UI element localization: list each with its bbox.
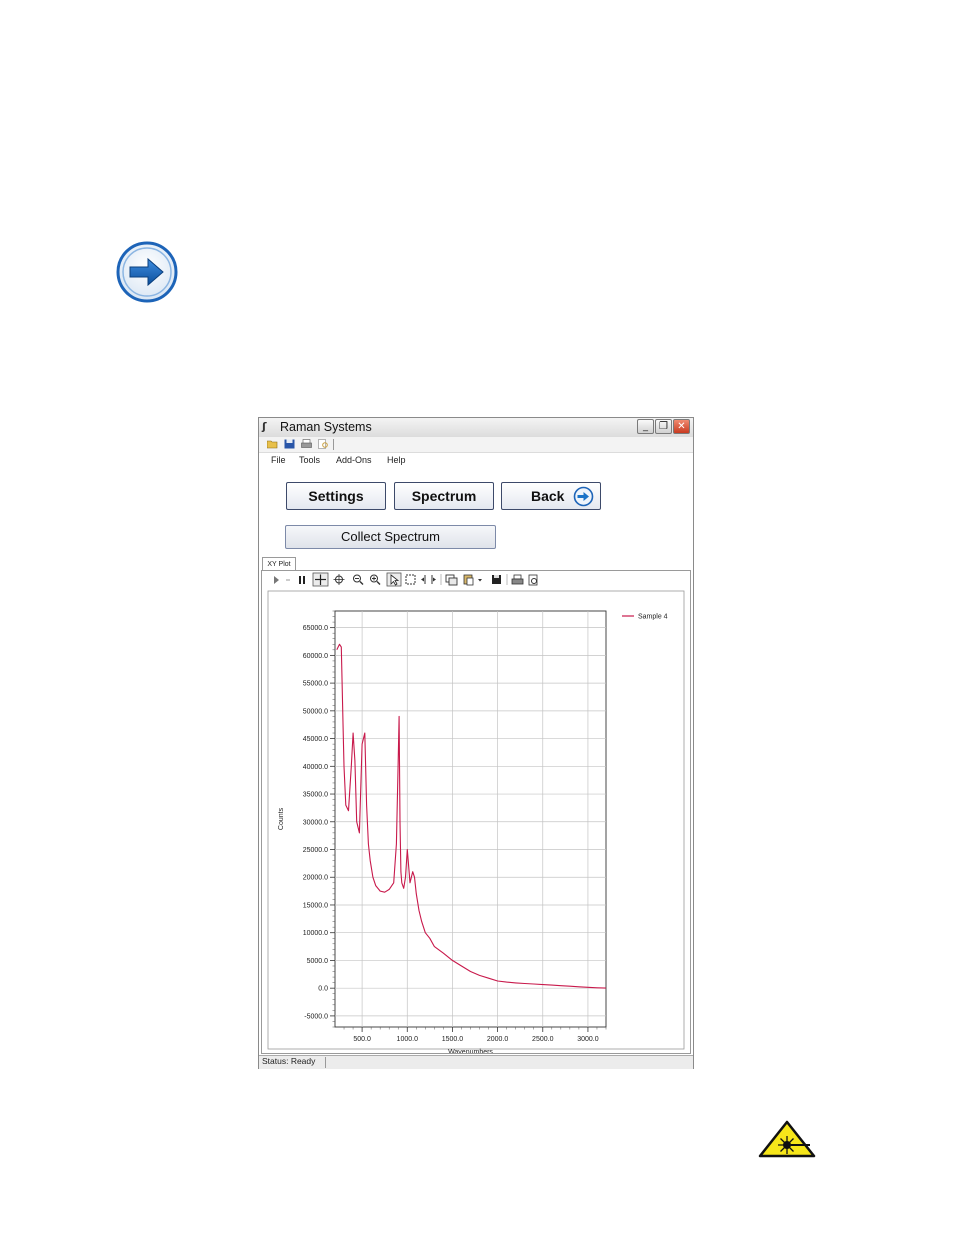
tab-xy-plot[interactable]: XY Plot — [262, 557, 296, 570]
y-tick-label: 25000.0 — [303, 847, 328, 854]
plot-area: 65000.0 60000.0 55000.0 50000.0 45000.0 40000… — [267, 572, 685, 1053]
laser-warning-icon — [758, 1120, 816, 1158]
x-tick-label: 500.0 — [353, 1036, 371, 1043]
status-bar: Status: Ready — [259, 1055, 693, 1069]
x-axis-label: Wavenumbers — [448, 1049, 493, 1053]
zoom-in-icon[interactable] — [370, 574, 381, 585]
close-button[interactable]: ✕ — [673, 419, 690, 434]
next-arrow-icon — [116, 241, 178, 303]
select-icon[interactable] — [386, 572, 402, 587]
zoom-box-icon[interactable] — [405, 574, 416, 585]
y-tick-label: -5000.0 — [304, 1013, 328, 1020]
x-tick-label: 3000.0 — [577, 1036, 599, 1043]
collect-spectrum-button[interactable]: Collect Spectrum — [285, 525, 496, 549]
legend-label: Sample 4 — [638, 614, 668, 621]
save-icon[interactable] — [492, 575, 501, 584]
settings-button[interactable]: Settings — [286, 482, 386, 510]
y-tick-label: 0.0 — [318, 986, 328, 993]
xy-plot-panel: 65000.0 60000.0 55000.0 50000.0 45000.0 40000… — [261, 570, 691, 1054]
menu-file[interactable]: File — [271, 455, 286, 465]
print-icon[interactable] — [301, 439, 312, 449]
window-title: Raman Systems — [280, 420, 372, 434]
x-scale-icon[interactable] — [421, 575, 436, 584]
restore-button[interactable]: ❐ — [655, 419, 672, 434]
x-tick-label: 1000.0 — [397, 1036, 419, 1043]
copy-icon[interactable] — [445, 574, 458, 586]
app-icon: ʃ — [262, 420, 267, 433]
back-button[interactable]: Back — [501, 482, 601, 510]
pan-icon[interactable] — [333, 574, 345, 585]
print-preview-icon[interactable] — [528, 574, 538, 586]
arrow-right-icon — [573, 486, 594, 507]
y-tick-label: 60000.0 — [303, 653, 328, 660]
print-preview-icon[interactable] — [318, 439, 329, 449]
y-tick-label: 15000.0 — [303, 902, 328, 909]
x-tick-label: 2500.0 — [532, 1036, 554, 1043]
save-icon[interactable] — [284, 439, 295, 449]
y-tick-label: 50000.0 — [303, 708, 328, 715]
open-folder-icon[interactable] — [267, 439, 278, 449]
y-axis-label: Counts — [278, 807, 285, 830]
y-tick-label: 45000.0 — [303, 736, 328, 743]
y-tick-label: 5000.0 — [307, 958, 329, 965]
minimize-button[interactable]: _ — [637, 419, 654, 434]
y-tick-label: 30000.0 — [303, 819, 328, 826]
menu-add-ons[interactable]: Add-Ons — [336, 455, 372, 465]
spectrum-button[interactable]: Spectrum — [394, 482, 494, 510]
menu-tools[interactable]: Tools — [299, 455, 320, 465]
plot-region — [334, 610, 607, 1028]
crosshair-icon[interactable] — [312, 572, 329, 587]
x-tick-label: 1500.0 — [442, 1036, 464, 1043]
y-tick-label: 65000.0 — [303, 625, 328, 632]
main-toolbar — [259, 437, 693, 453]
status-text: Status: Ready — [262, 1056, 316, 1066]
y-tick-label: 10000.0 — [303, 930, 328, 937]
back-button-label: Back — [531, 488, 565, 504]
y-tick-label: 40000.0 — [303, 764, 328, 771]
y-tick-label: 35000.0 — [303, 792, 328, 799]
pause-icon[interactable] — [299, 576, 305, 584]
zoom-out-icon[interactable] — [353, 574, 364, 585]
title-bar: ʃ Raman Systems _ ❐ ✕ — [259, 418, 693, 438]
play-icon[interactable] — [274, 576, 279, 584]
plot-toolbar — [274, 572, 538, 587]
y-tick-label: 20000.0 — [303, 875, 328, 882]
print-icon[interactable] — [511, 574, 524, 585]
paste-icon[interactable] — [463, 574, 482, 586]
menu-bar: File Tools Add-Ons Help — [259, 453, 693, 469]
menu-help[interactable]: Help — [387, 455, 406, 465]
y-tick-label: 55000.0 — [303, 681, 328, 688]
raman-systems-window: ʃ Raman Systems _ ❐ ✕ File Tools Add-Ons… — [258, 417, 694, 1069]
x-tick-label: 2000.0 — [487, 1036, 509, 1043]
